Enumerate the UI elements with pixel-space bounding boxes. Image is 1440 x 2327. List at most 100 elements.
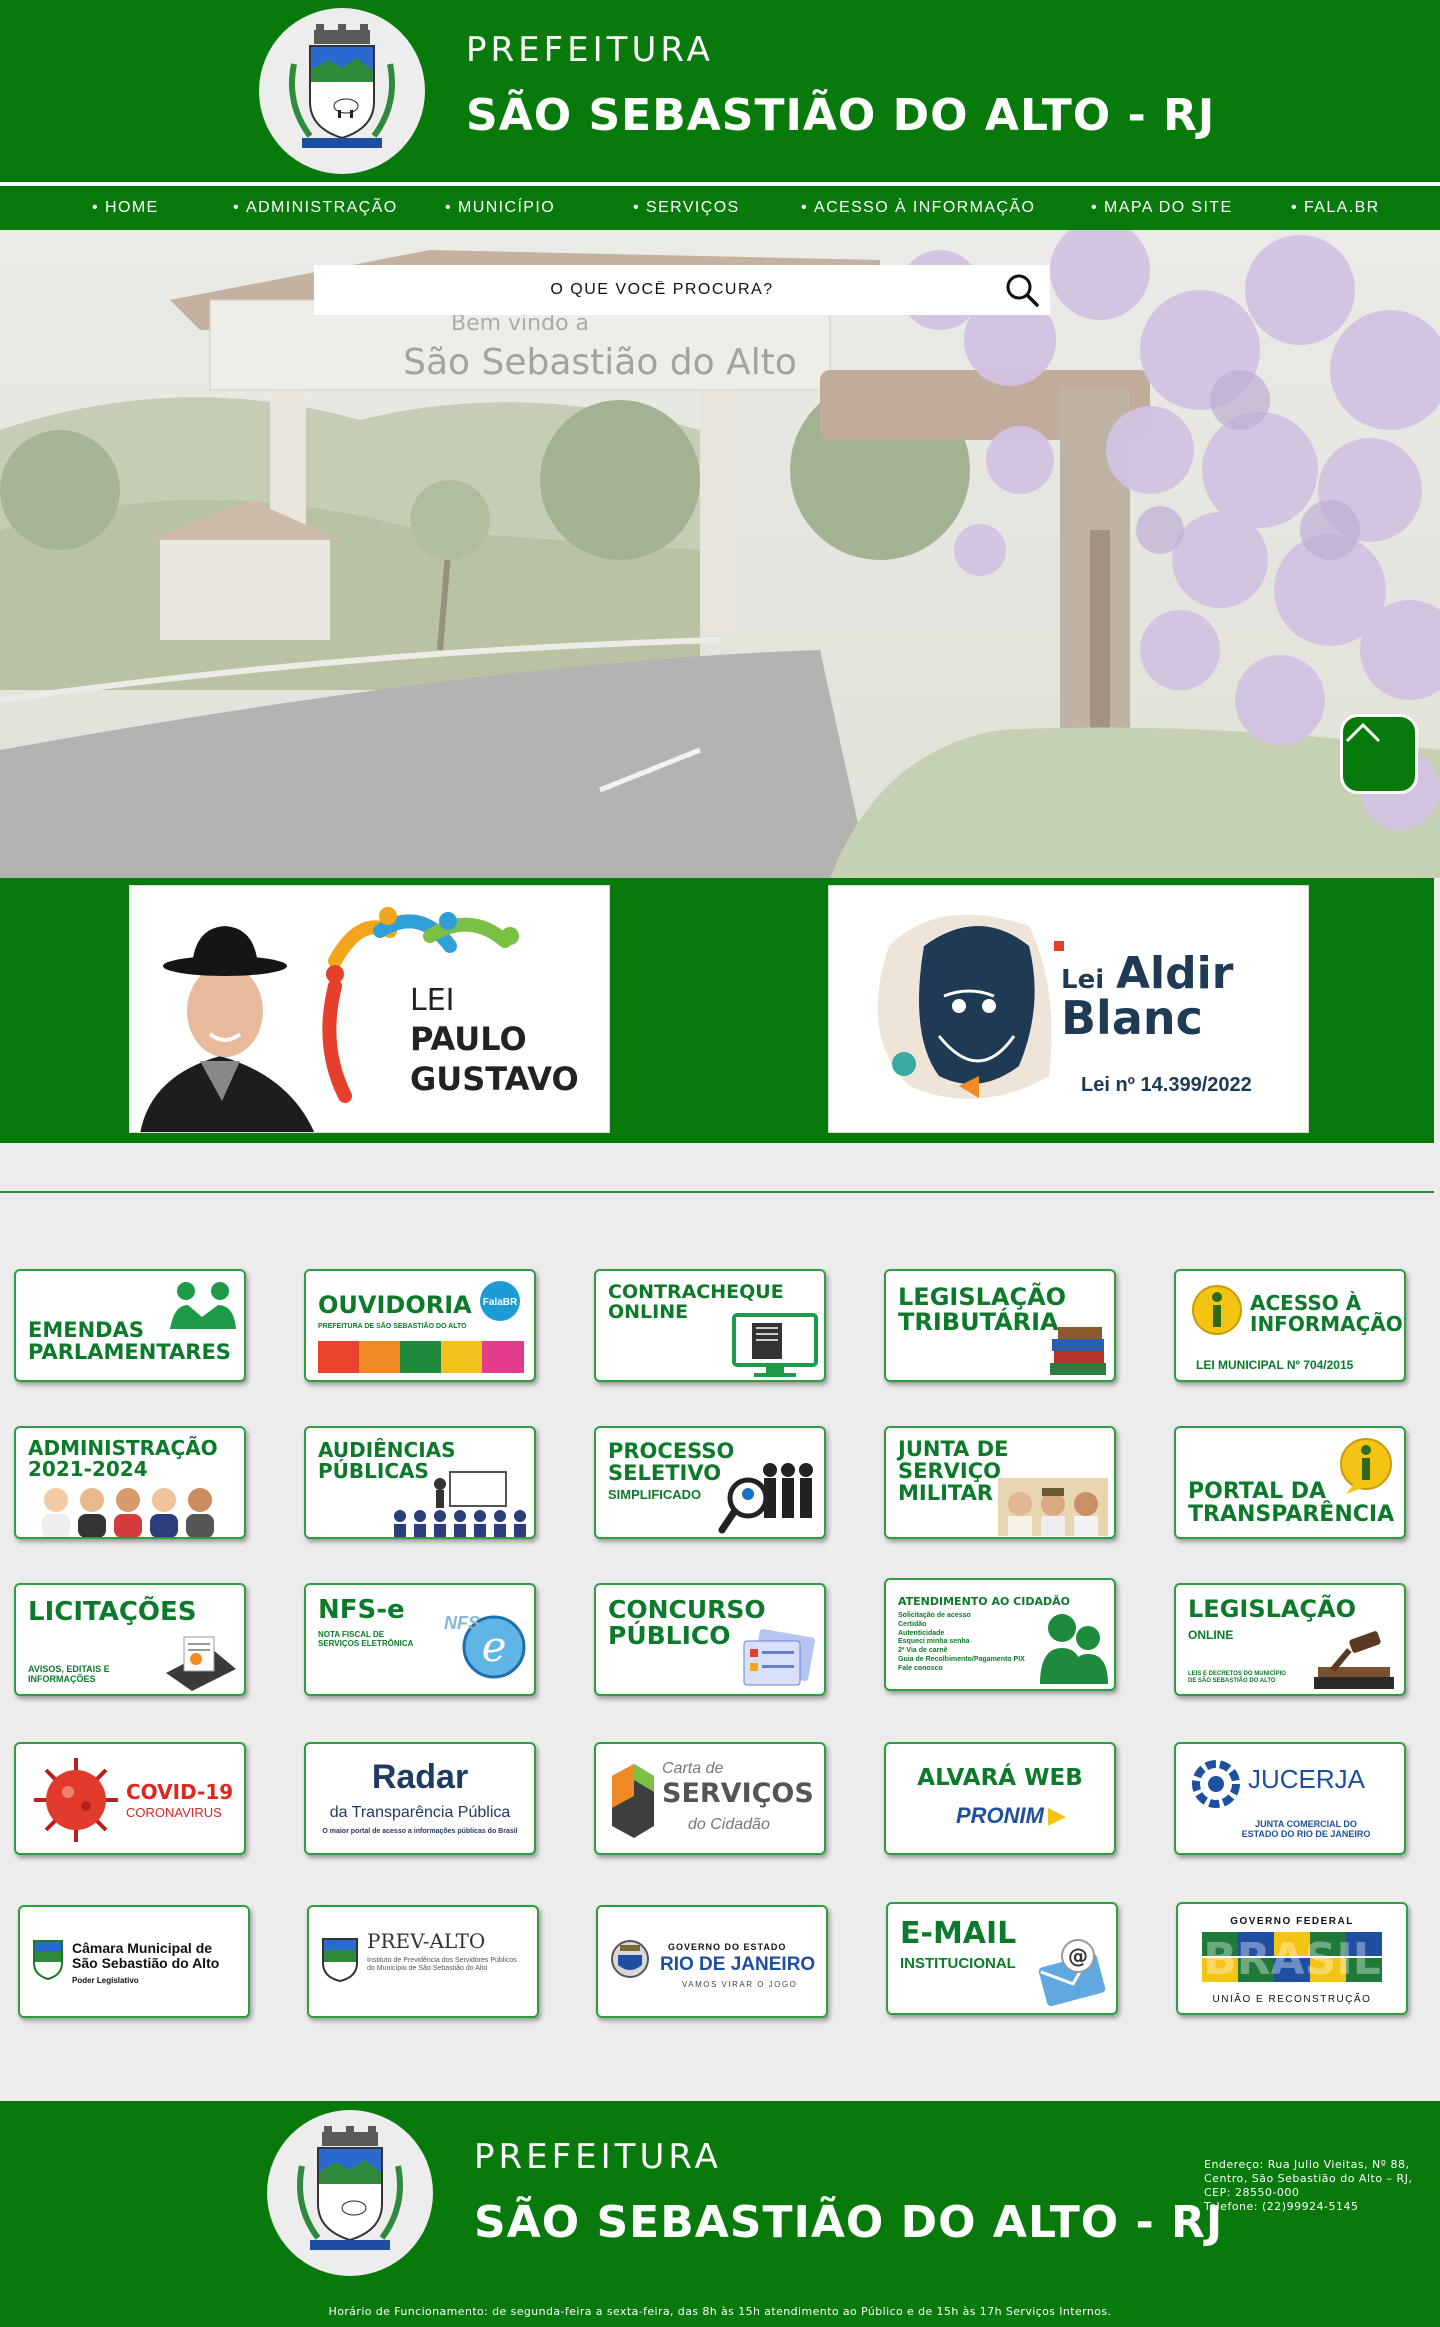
hero-photo-welcome-arch: Bem vindo a São Sebastião do Alto	[0, 230, 1440, 878]
rj-state-coat-of-arms-icon	[611, 1940, 649, 1978]
tile-subtitle: SIMPLIFICADO	[608, 1487, 702, 1502]
gavel-books-icon	[1314, 1631, 1394, 1689]
main-navigation: • HOME • ADMINISTRAÇÃO • MUNICÍPIO • SERVIÇO…	[0, 186, 1440, 230]
nav-item-label: FALA.BR	[1304, 199, 1380, 216]
exam-sheets-icon	[743, 1628, 815, 1686]
tile-subtitle-online: ONLINE	[1188, 1628, 1234, 1642]
tile-carta-servicos[interactable]: Carta de SERVIÇOS do Cidadão	[594, 1742, 826, 1855]
tile-title: Câmara Municipal de São Sebastião do Alt…	[72, 1940, 220, 1971]
lei-paulo-gustavo-banner[interactable]: LEI PAULO GUSTAVO	[129, 885, 610, 1133]
audience-presentation-icon	[394, 1471, 526, 1537]
address-cep: CEP: 28550-000	[1204, 2186, 1300, 2199]
military-recruits-photo	[998, 1478, 1108, 1536]
tile-acesso-informacao[interactable]: ACESSO À INFORMAÇÃO LEI MUNICIPAL Nº 704…	[1174, 1269, 1406, 1382]
law-banners: LEI PAULO GUSTAVO Lei Aldir Blanc Lei nº…	[0, 878, 1434, 1143]
search-icon[interactable]	[1004, 272, 1040, 308]
nav-item-home[interactable]: • HOME	[92, 186, 159, 230]
nav-item-fala-br[interactable]: • FALA.BR	[1291, 186, 1380, 230]
tile-title: LEGISLAÇÃO TRIBUTÁRIA	[898, 1283, 1067, 1337]
tile-title: OUVIDORIA	[318, 1291, 472, 1319]
tile-governo-federal-brasil[interactable]: GOVERNO FEDERAL BRASIL UNIÃO E RECONSTRU…	[1176, 1902, 1408, 2015]
tile-subtitle: LEI MUNICIPAL Nº 704/2015	[1196, 1358, 1354, 1372]
header-title[interactable]: SÃO SEBASTIÃO DO ALTO - RJ	[466, 90, 1215, 141]
handshake-people-icon	[170, 1282, 236, 1329]
tile-subtitle: Instituto de Previdência dos Servidores …	[367, 1957, 517, 1972]
fala-br-badge-icon: FalaBR	[480, 1281, 520, 1321]
tile-title: ALVARÁ WEB	[917, 1765, 1083, 1791]
nav-item-acesso-informacao[interactable]: • ACESSO À INFORMAÇÃO	[801, 186, 1035, 230]
tile-title: E-MAIL	[900, 1916, 1017, 1951]
municipal-coat-of-arms-logo[interactable]	[259, 8, 425, 174]
tile-prev-alto[interactable]: PREV-ALTO Instituto de Previdência dos S…	[307, 1905, 539, 2018]
fala-br-badge-label: FalaBR	[483, 1297, 518, 1308]
tile-title: SERVIÇOS	[662, 1778, 814, 1809]
tile-title-1: Carta de	[662, 1760, 724, 1777]
tile-subtitle: Solicitação de acesso Certidão Autentici…	[898, 1612, 1025, 1672]
brasil-wordmark-logo: BRASIL	[1202, 1932, 1382, 1984]
search-input[interactable]	[314, 265, 1050, 315]
tile-subtitle: O maior portal de acesso a informações p…	[322, 1828, 518, 1835]
tile-title: RIO DE JANEIRO	[660, 1954, 816, 1975]
footer-address: Endereço: Rua Julio Vieitas, Nº 88, Cent…	[1204, 2158, 1412, 2214]
tile-legislacao-online[interactable]: LEGISLAÇÃO ONLINE LEIS E DECRETOS DO MUN…	[1174, 1583, 1406, 1696]
tile-governo-rio-de-janeiro[interactable]: GOVERNO DO ESTADO RIO DE JANEIRO VAMOS V…	[596, 1905, 828, 2018]
nav-item-municipio[interactable]: • MUNICÍPIO	[445, 186, 555, 230]
lei-aldir-blanc-banner[interactable]: Lei Aldir Blanc Lei nº 14.399/2022	[828, 885, 1309, 1133]
nav-item-label: MUNICÍPIO	[458, 199, 556, 216]
nav-item-servicos[interactable]: • SERVIÇOS	[633, 186, 740, 230]
tile-contracheque-online[interactable]: CONTRACHEQUE ONLINE	[594, 1269, 826, 1382]
address-phone: Telefone: (22)99924-5145	[1204, 2200, 1359, 2213]
tile-nfs-e[interactable]: NFS-e NOTA FISCAL DE SERVIÇOS ELETRÔNICA…	[304, 1583, 536, 1696]
tile-subtitle: JUNTA COMERCIAL DO ESTADO DO RIO DE JANE…	[1241, 1819, 1371, 1839]
colored-channels-strip	[318, 1341, 524, 1373]
tile-radar-transparencia[interactable]: Radar da Transparência Pública O maior p…	[304, 1742, 536, 1855]
tile-title: COVID-19	[126, 1780, 234, 1804]
footer-opening-hours: Horário de Funcionamento: de segunda-fei…	[328, 2305, 1112, 2318]
tile-title: PREV-ALTO	[367, 1929, 486, 1953]
tile-camara-municipal[interactable]: Câmara Municipal de São Sebastião do Alt…	[18, 1905, 250, 2018]
tile-emendas-parlamentares[interactable]: EMENDAS PARLAMENTARES	[14, 1269, 246, 1382]
tile-subtitle: PRONIM	[956, 1803, 1044, 1828]
carta-servicos-logo-icon	[612, 1764, 654, 1838]
tile-licitacoes[interactable]: LICITAÇÕES AVISOS, EDITAIS E INFORMAÇÕES	[14, 1583, 246, 1696]
tile-subtitle: NOTA FISCAL DE SERVIÇOS ELETRÔNICA	[318, 1630, 414, 1648]
lei-paulo-line3: GUSTAVO	[410, 1060, 579, 1098]
tile-subtitle: do Cidadão	[688, 1816, 770, 1833]
tile-subtitle: LEIS E DECRETOS DO MUNICÍPIO DE SÃO SEBA…	[1188, 1671, 1286, 1684]
tile-subtitle: PREFEITURA DE SÃO SEBASTIÃO DO ALTO	[318, 1323, 467, 1330]
tile-concurso-publico[interactable]: CONCURSO PÚBLICO	[594, 1583, 826, 1696]
monitor-document-icon	[732, 1313, 818, 1377]
section-divider	[0, 1191, 1434, 1193]
books-stack-icon	[1050, 1327, 1106, 1375]
tile-atendimento-cidadao[interactable]: ATENDIMENTO AO CIDADÃO Solicitação de ac…	[884, 1578, 1116, 1691]
tile-legislacao-tributaria[interactable]: LEGISLAÇÃO TRIBUTÁRIA	[884, 1269, 1116, 1382]
tile-title: PORTAL DA TRANSPARÊNCIA	[1188, 1479, 1395, 1528]
scroll-to-top-button[interactable]	[1340, 714, 1418, 794]
footer-coat-of-arms-logo[interactable]	[267, 2110, 433, 2276]
tile-email-institucional[interactable]: E-MAIL INSTITUCIONAL @	[886, 1902, 1118, 2015]
tile-audiencias-publicas[interactable]: AUDIÊNCIAS PÚBLICAS	[304, 1426, 536, 1539]
coronavirus-icon	[34, 1758, 118, 1842]
tile-jucerja[interactable]: JUCERJA JUNTA COMERCIAL DO ESTADO DO RIO…	[1174, 1742, 1406, 1855]
address-line: Endereço: Rua Julio Vieitas, Nº 88,	[1204, 2158, 1410, 2171]
nfs-badge-label: NFS	[444, 1613, 480, 1633]
tile-title: ATENDIMENTO AO CIDADÃO	[898, 1595, 1070, 1608]
nav-item-label: SERVIÇOS	[646, 199, 740, 216]
tile-administracao-2021-2024[interactable]: ADMINISTRAÇÃO 2021-2024	[14, 1426, 246, 1539]
footer-title: SÃO SEBASTIÃO DO ALTO - RJ	[474, 2197, 1224, 2248]
info-icon	[1192, 1285, 1242, 1335]
tile-junta-servico-militar[interactable]: JUNTA DE SERVIÇO MILITAR	[884, 1426, 1116, 1539]
tile-portal-transparencia[interactable]: PORTAL DA TRANSPARÊNCIA	[1174, 1426, 1406, 1539]
nav-item-administracao[interactable]: • ADMINISTRAÇÃO	[233, 186, 398, 230]
tile-covid-19[interactable]: COVID-19 CORONAVIRUS	[14, 1742, 246, 1855]
header-kicker: PREFEITURA	[466, 30, 714, 70]
nav-item-mapa-do-site[interactable]: • MAPA DO SITE	[1091, 186, 1233, 230]
footer-kicker: PREFEITURA	[474, 2137, 722, 2177]
tile-processo-seletivo[interactable]: PROCESSO SELETIVO SIMPLIFICADO	[594, 1426, 826, 1539]
svg-text:@: @	[1068, 1944, 1088, 1968]
tile-kicker: GOVERNO FEDERAL	[1230, 1916, 1354, 1927]
tile-ouvidoria[interactable]: OUVIDORIA PREFEITURA DE SÃO SEBASTIÃO DO…	[304, 1269, 536, 1382]
lei-paulo-line2: PAULO	[410, 1020, 527, 1058]
tile-alvara-web[interactable]: ALVARÁ WEB PRONIM	[884, 1742, 1116, 1855]
svg-text:e: e	[482, 1622, 507, 1671]
